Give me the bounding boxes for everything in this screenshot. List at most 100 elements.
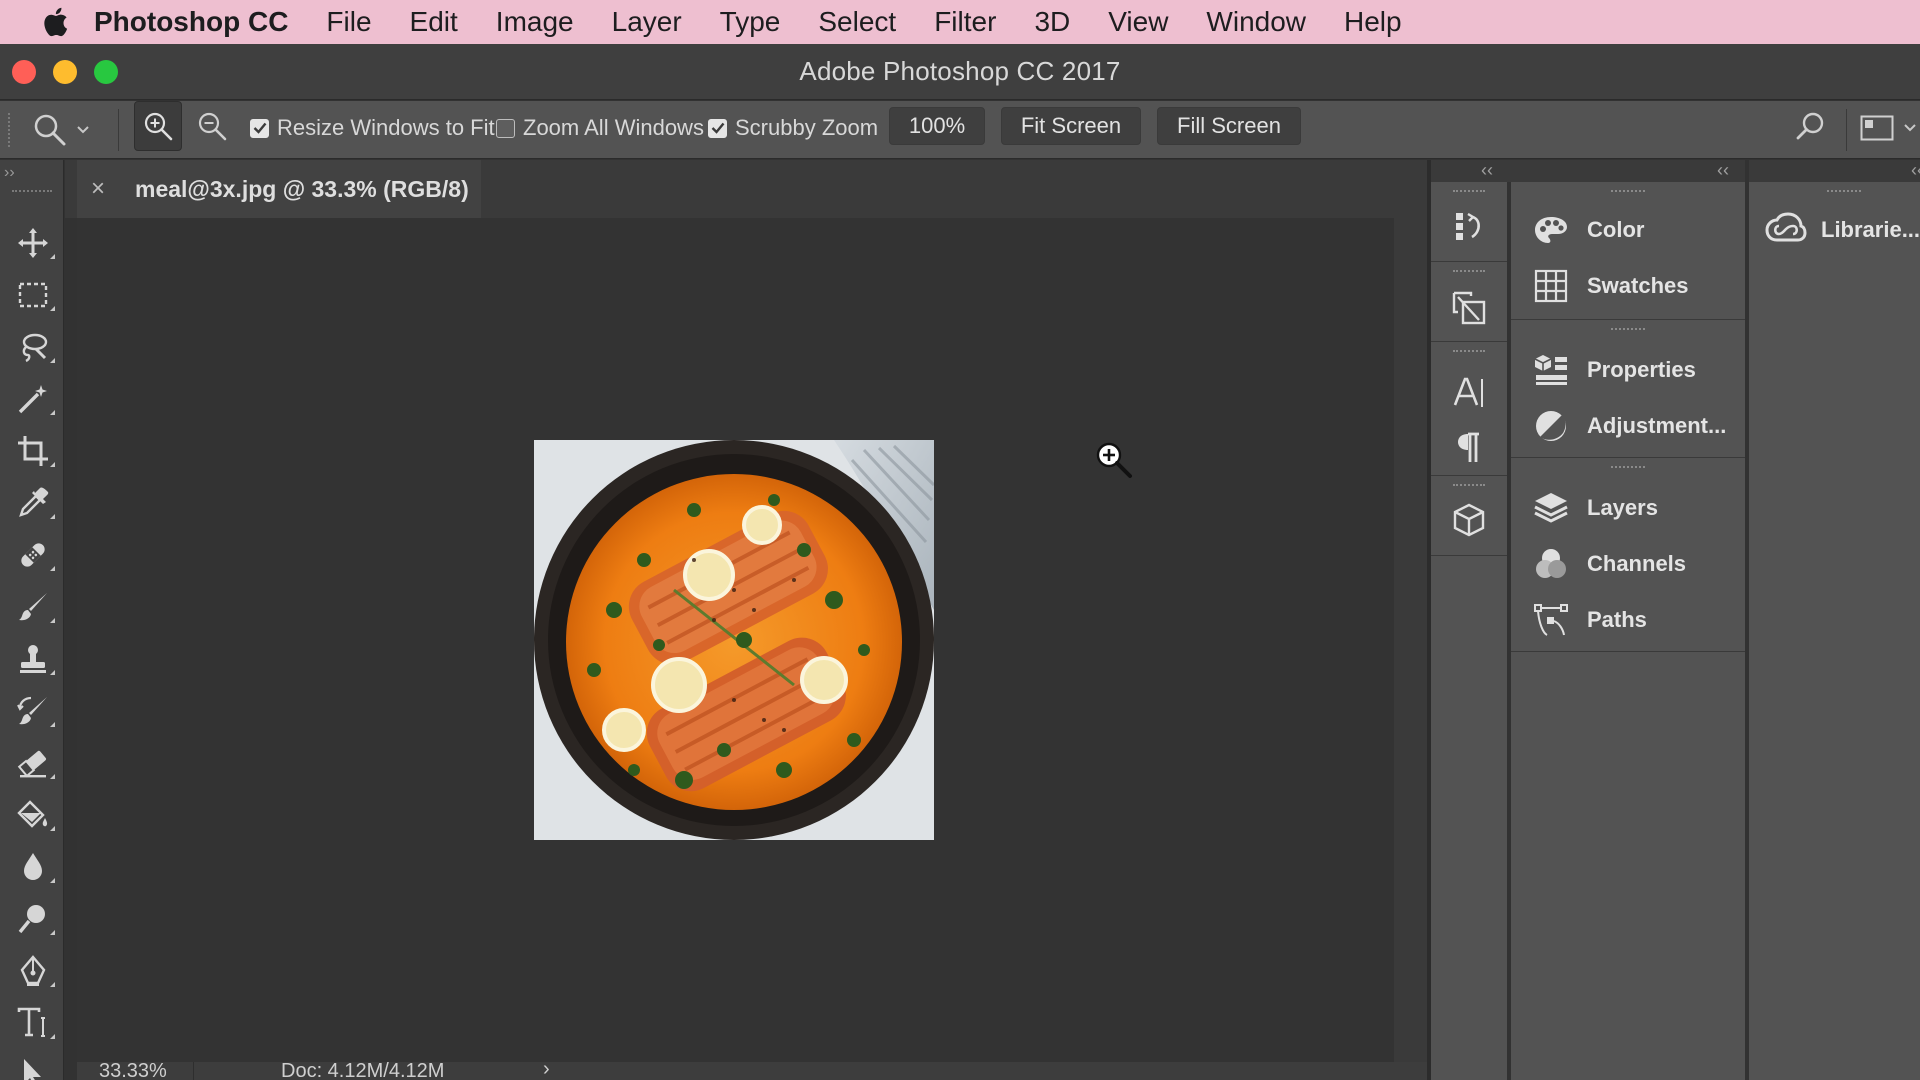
menu-layer[interactable]: Layer bbox=[612, 6, 682, 38]
properties-panel-button[interactable]: Properties bbox=[1533, 350, 1696, 390]
arrow-cursor-icon bbox=[24, 1059, 41, 1080]
apple-logo-icon[interactable] bbox=[40, 6, 70, 38]
crop-tool[interactable] bbox=[8, 428, 58, 474]
brush-tool[interactable] bbox=[8, 584, 58, 630]
scrubby-zoom-checkbox[interactable]: Scrubby Zoom bbox=[708, 115, 878, 141]
workspace-switcher[interactable] bbox=[1860, 111, 1920, 145]
icon-dock-group bbox=[1431, 476, 1507, 556]
menu-edit[interactable]: Edit bbox=[410, 6, 458, 38]
options-bar-grip[interactable] bbox=[8, 113, 12, 147]
color-panel-button[interactable]: Color bbox=[1533, 210, 1644, 250]
collapse-panels-icon[interactable]: ‹‹ bbox=[1717, 160, 1729, 181]
paint-bucket-tool[interactable] bbox=[8, 792, 58, 838]
zoom-out-button[interactable] bbox=[190, 101, 234, 151]
paths-panel-button[interactable]: Paths bbox=[1533, 600, 1647, 640]
document-size-info: Doc: 4.12M/4.12M bbox=[281, 1062, 445, 1080]
panel-grip[interactable] bbox=[1453, 270, 1485, 273]
menu-type[interactable]: Type bbox=[720, 6, 781, 38]
resize-windows-checkbox[interactable]: Resize Windows to Fit bbox=[250, 115, 495, 141]
minimize-window-button[interactable] bbox=[53, 60, 77, 84]
canvas-scrollbar[interactable] bbox=[1394, 218, 1427, 1062]
pen-tool[interactable] bbox=[8, 948, 58, 994]
resize-windows-label: Resize Windows to Fit bbox=[277, 115, 495, 140]
move-tool[interactable] bbox=[8, 220, 58, 266]
zoom-out-icon bbox=[198, 112, 227, 141]
color-panel-label: Color bbox=[1587, 217, 1645, 242]
eraser-tool[interactable] bbox=[8, 740, 58, 786]
lasso-icon bbox=[22, 333, 48, 363]
path-selection-tool[interactable] bbox=[8, 1050, 58, 1080]
panel-grip[interactable] bbox=[1453, 350, 1485, 353]
search-button[interactable] bbox=[1792, 107, 1830, 145]
marquee-tool[interactable] bbox=[8, 272, 58, 318]
character-panel-button[interactable] bbox=[1449, 372, 1489, 412]
history-brush-tool[interactable] bbox=[8, 688, 58, 734]
menu-select[interactable]: Select bbox=[818, 6, 896, 38]
properties-panel-label: Properties bbox=[1587, 357, 1696, 382]
zoom-in-button[interactable] bbox=[134, 101, 182, 151]
blur-tool[interactable] bbox=[8, 844, 58, 890]
eyedropper-icon bbox=[19, 487, 49, 517]
pen-icon bbox=[20, 955, 46, 986]
menu-app-name[interactable]: Photoshop CC bbox=[94, 6, 288, 38]
menu-help[interactable]: Help bbox=[1344, 6, 1402, 38]
clone-source-panel-button[interactable] bbox=[1449, 288, 1489, 328]
type-tool[interactable] bbox=[8, 1000, 58, 1046]
3d-panel-button[interactable] bbox=[1449, 500, 1489, 540]
magic-wand-tool[interactable] bbox=[8, 376, 58, 422]
document-tab[interactable]: × meal@3x.jpg @ 33.3% (RGB/8) bbox=[77, 160, 481, 218]
healing-brush-tool[interactable] bbox=[8, 532, 58, 578]
panel-group-layers: Layers Channels Paths bbox=[1511, 458, 1745, 652]
close-window-button[interactable] bbox=[12, 60, 36, 84]
panel-grip[interactable] bbox=[1453, 190, 1485, 193]
clone-stamp-tool[interactable] bbox=[8, 636, 58, 682]
swatches-panel-button[interactable]: Swatches bbox=[1533, 266, 1689, 306]
divider bbox=[118, 109, 119, 151]
menu-filter[interactable]: Filter bbox=[934, 6, 996, 38]
tools-panel: ›› bbox=[0, 160, 64, 1080]
lasso-tool[interactable] bbox=[8, 324, 58, 370]
zoom-100-button[interactable]: 100% bbox=[889, 107, 985, 145]
zoom-level-field[interactable]: 33.33% bbox=[99, 1062, 167, 1080]
panel-grip[interactable] bbox=[1453, 484, 1485, 487]
checkbox-unchecked-icon bbox=[496, 118, 515, 138]
checkbox-checked-icon bbox=[708, 118, 727, 138]
libraries-panel-button[interactable]: Librarie... bbox=[1765, 210, 1920, 250]
icon-dock-group bbox=[1431, 182, 1507, 262]
fit-screen-button[interactable]: Fit Screen bbox=[1001, 107, 1141, 145]
toolbar-expand-icon[interactable]: ›› bbox=[4, 164, 15, 182]
color-palette-icon bbox=[1533, 212, 1569, 248]
menu-3d[interactable]: 3D bbox=[1034, 6, 1070, 38]
checkbox-checked-icon bbox=[250, 118, 269, 138]
canvas-area[interactable] bbox=[77, 218, 1394, 1062]
menu-window[interactable]: Window bbox=[1206, 6, 1306, 38]
channels-icon bbox=[1533, 546, 1569, 582]
tool-preset-picker[interactable] bbox=[32, 107, 102, 153]
eyedropper-tool[interactable] bbox=[8, 480, 58, 526]
panel-grip[interactable] bbox=[1827, 190, 1861, 193]
dodge-tool[interactable] bbox=[8, 896, 58, 942]
paths-panel-label: Paths bbox=[1587, 607, 1647, 632]
zoom-window-button[interactable] bbox=[94, 60, 118, 84]
panel-grip[interactable] bbox=[1611, 328, 1645, 331]
history-panel-button[interactable] bbox=[1449, 206, 1489, 246]
close-tab-icon[interactable]: × bbox=[91, 175, 113, 203]
panel-grip[interactable] bbox=[1611, 466, 1645, 469]
toolbar-grip[interactable] bbox=[12, 190, 52, 194]
menu-image[interactable]: Image bbox=[496, 6, 574, 38]
panel-grip[interactable] bbox=[1611, 190, 1645, 193]
collapse-panels-icon[interactable]: ‹‹ bbox=[1911, 160, 1920, 181]
fill-screen-button[interactable]: Fill Screen bbox=[1157, 107, 1301, 145]
chevron-down-icon bbox=[1904, 124, 1916, 132]
layers-panel-button[interactable]: Layers bbox=[1533, 488, 1658, 528]
divider bbox=[1846, 109, 1847, 151]
status-menu-arrow-icon[interactable]: › bbox=[543, 1062, 550, 1080]
zoom-all-windows-checkbox[interactable]: Zoom All Windows bbox=[496, 115, 704, 141]
menu-file[interactable]: File bbox=[326, 6, 371, 38]
channels-panel-button[interactable]: Channels bbox=[1533, 544, 1686, 584]
adjustments-panel-button[interactable]: Adjustment... bbox=[1533, 406, 1726, 446]
zoom-in-icon bbox=[144, 112, 173, 141]
collapse-panels-icon[interactable]: ‹‹ bbox=[1481, 160, 1493, 181]
paragraph-panel-button[interactable] bbox=[1449, 428, 1489, 468]
menu-view[interactable]: View bbox=[1108, 6, 1168, 38]
